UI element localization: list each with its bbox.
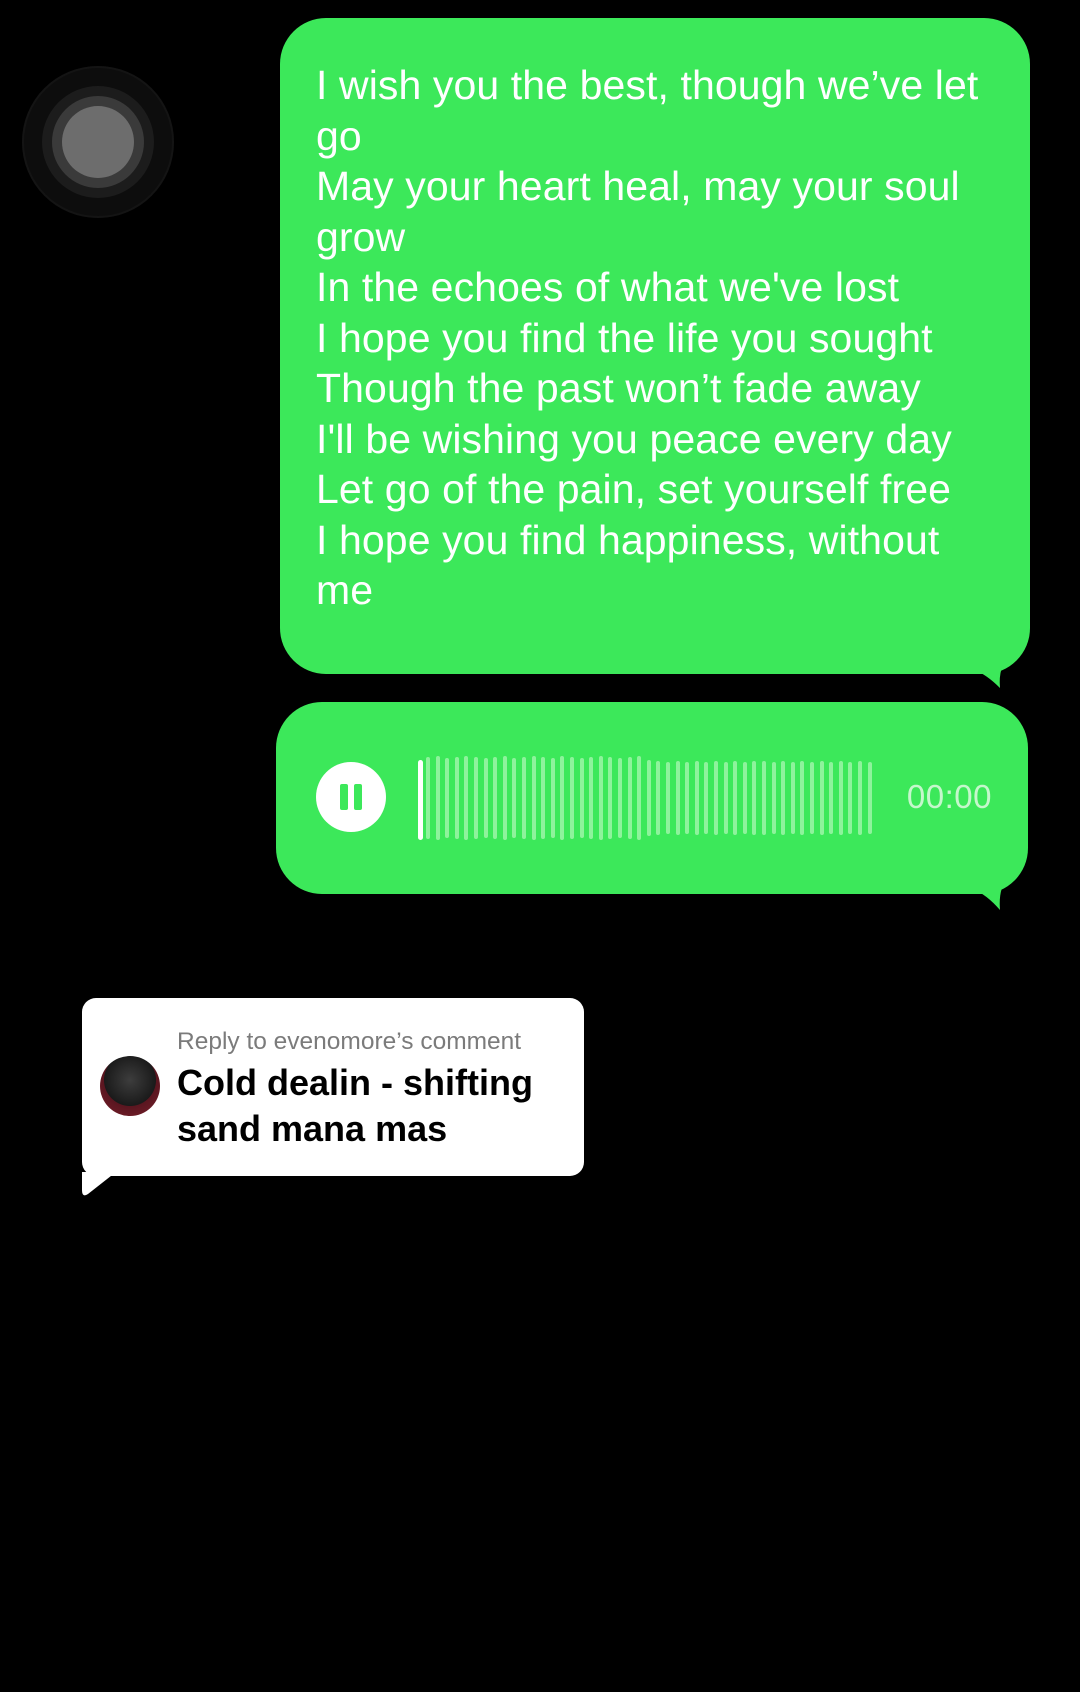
waveform-bar xyxy=(550,758,555,838)
waveform-bar xyxy=(627,757,632,839)
assistive-touch-button[interactable] xyxy=(22,66,174,218)
waveform-bar xyxy=(579,758,584,838)
pause-icon-bar xyxy=(354,784,362,810)
waveform-bar xyxy=(435,756,440,840)
waveform-bar xyxy=(752,761,757,835)
waveform-bar xyxy=(426,757,430,839)
waveform-bar xyxy=(829,762,834,834)
audio-bubble-tail xyxy=(974,876,1010,910)
audio-waveform[interactable] xyxy=(416,754,872,842)
lyrics-message-bubble[interactable]: I wish you the best, though we’ve let go… xyxy=(280,18,1030,674)
waveform-bar xyxy=(723,762,728,834)
voice-message-bubble[interactable]: 00:00 xyxy=(276,702,1028,894)
waveform-bar xyxy=(762,761,766,835)
waveform-bar xyxy=(598,756,603,840)
waveform-bar xyxy=(666,762,670,834)
waveform-bar xyxy=(694,761,699,835)
reply-label: Reply to evenomore’s comment xyxy=(177,1028,522,1055)
audio-time: 00:00 xyxy=(906,778,992,815)
waveform-bar xyxy=(771,762,776,834)
waveform-bar xyxy=(781,761,786,835)
waveform-bar xyxy=(790,762,795,834)
waveform-bar xyxy=(531,756,536,840)
pause-button[interactable] xyxy=(316,762,386,832)
assistive-touch-core xyxy=(62,106,134,178)
waveform-bar xyxy=(445,758,450,838)
reply-comment-card[interactable]: Reply to evenomore’s comment Cold dealin… xyxy=(82,998,584,1176)
waveform-bar xyxy=(493,757,498,839)
reply-card-tail xyxy=(82,1172,116,1196)
reply-comment-text: Cold dealin - shifting sand mana mas xyxy=(177,1062,533,1149)
waveform-bar xyxy=(522,757,526,839)
waveform-bar xyxy=(646,760,651,836)
waveform-bar xyxy=(800,761,805,835)
waveform-bar xyxy=(608,757,613,839)
waveform-bar xyxy=(502,756,507,840)
waveform-bar xyxy=(848,762,853,834)
pause-icon xyxy=(340,784,348,810)
waveform-bar xyxy=(512,758,517,838)
waveform-bar xyxy=(685,762,690,834)
audio-playhead[interactable] xyxy=(418,760,423,840)
commenter-avatar xyxy=(100,1056,160,1116)
waveform-bar xyxy=(464,756,469,840)
waveform-bar xyxy=(560,756,565,840)
waveform-bar xyxy=(714,761,718,835)
waveform-bar xyxy=(474,757,478,839)
waveform-bar xyxy=(838,761,843,835)
waveform-bar xyxy=(637,756,642,840)
waveform-bar xyxy=(810,762,814,834)
waveform-bar xyxy=(570,757,574,839)
waveform-bar xyxy=(704,762,709,834)
waveform-bar xyxy=(589,757,594,839)
waveform-bar xyxy=(742,762,747,834)
waveform-bar xyxy=(733,761,738,835)
lyrics-message-text: I wish you the best, though we’ve let go… xyxy=(316,62,979,613)
waveform-bar xyxy=(541,757,546,839)
waveform-bar xyxy=(858,761,862,835)
waveform-bar xyxy=(819,761,824,835)
waveform-bar xyxy=(618,758,622,838)
waveform-bar xyxy=(454,757,459,839)
waveform-bar xyxy=(675,761,680,835)
waveform-bar xyxy=(656,761,661,835)
message-bubble-tail xyxy=(974,656,1010,688)
waveform-bar xyxy=(483,758,488,838)
waveform-bar xyxy=(867,762,872,834)
